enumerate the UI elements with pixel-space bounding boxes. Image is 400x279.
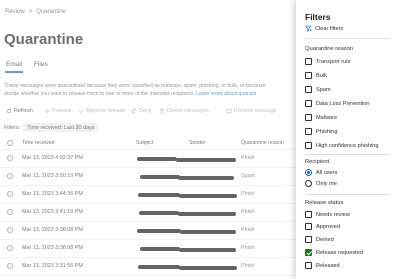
filters-panel: Filters Clear filters Quarantine reason …	[296, 0, 400, 279]
option-label: Phishing	[316, 128, 338, 135]
divider	[305, 194, 391, 195]
clear-filters-button[interactable]: Clear filters	[305, 25, 343, 32]
option-only-me[interactable]: Only me	[305, 179, 337, 188]
released-checkbox[interactable]	[305, 262, 312, 269]
all-users-radio[interactable]	[305, 169, 312, 176]
option-label: Spam	[316, 86, 331, 93]
option-label: Transport rule	[316, 58, 351, 65]
option-label: Only me	[316, 180, 337, 187]
option-label: High confidence phishing	[316, 142, 379, 149]
clear-filters-label: Clear filters	[315, 25, 344, 32]
option-transport-rule[interactable]: Transport rule	[305, 57, 351, 66]
malware-checkbox[interactable]	[305, 114, 312, 121]
transport-rule-checkbox[interactable]	[305, 58, 312, 65]
divider	[305, 38, 391, 39]
needs-review-checkbox[interactable]	[305, 211, 312, 218]
option-label: All users	[316, 169, 338, 176]
option-released[interactable]: Released	[305, 261, 340, 270]
data-loss-prevention-checkbox[interactable]	[305, 100, 312, 107]
option-label: Denied	[316, 236, 334, 243]
filters-panel-title: Filters	[305, 12, 331, 22]
option-data-loss-prevention[interactable]: Data Loss Prevention	[305, 99, 369, 108]
option-label: Malware	[316, 114, 338, 121]
option-label: Needs review	[316, 211, 350, 218]
panel-backdrop[interactable]	[0, 0, 296, 279]
recipient-title: Recipient	[305, 159, 330, 165]
option-needs-review[interactable]: Needs review	[305, 210, 350, 219]
option-spam[interactable]: Spam	[305, 85, 331, 94]
option-label: Bulk	[316, 72, 327, 79]
option-label: Data Loss Prevention	[316, 100, 370, 107]
option-phishing[interactable]: Phishing	[305, 127, 337, 136]
approved-checkbox[interactable]	[305, 223, 312, 230]
phishing-checkbox[interactable]	[305, 128, 312, 135]
option-bulk[interactable]: Bulk	[305, 71, 327, 80]
option-malware[interactable]: Malware	[305, 113, 337, 122]
release-status-title: Release status	[305, 200, 344, 206]
option-release-requested[interactable]: Release requested	[305, 248, 363, 257]
divider	[305, 154, 391, 155]
option-all-users[interactable]: All users	[305, 168, 337, 177]
option-label: Approved	[316, 223, 340, 230]
clear-filter-icon	[305, 25, 312, 32]
denied-checkbox[interactable]	[305, 236, 312, 243]
high-confidence-phishing-checkbox[interactable]	[305, 142, 312, 149]
quarantine-reason-title: Quarantine reason	[305, 46, 354, 52]
release-requested-checkbox[interactable]	[305, 249, 312, 256]
option-denied[interactable]: Denied	[305, 235, 334, 244]
option-label: Release requested	[316, 249, 363, 256]
option-approved[interactable]: Approved	[305, 222, 340, 231]
option-high-confidence-phishing[interactable]: High confidence phishing	[305, 141, 379, 150]
spam-checkbox[interactable]	[305, 86, 312, 93]
bulk-checkbox[interactable]	[305, 72, 312, 79]
option-label: Released	[316, 262, 340, 269]
only-me-radio[interactable]	[305, 180, 312, 187]
